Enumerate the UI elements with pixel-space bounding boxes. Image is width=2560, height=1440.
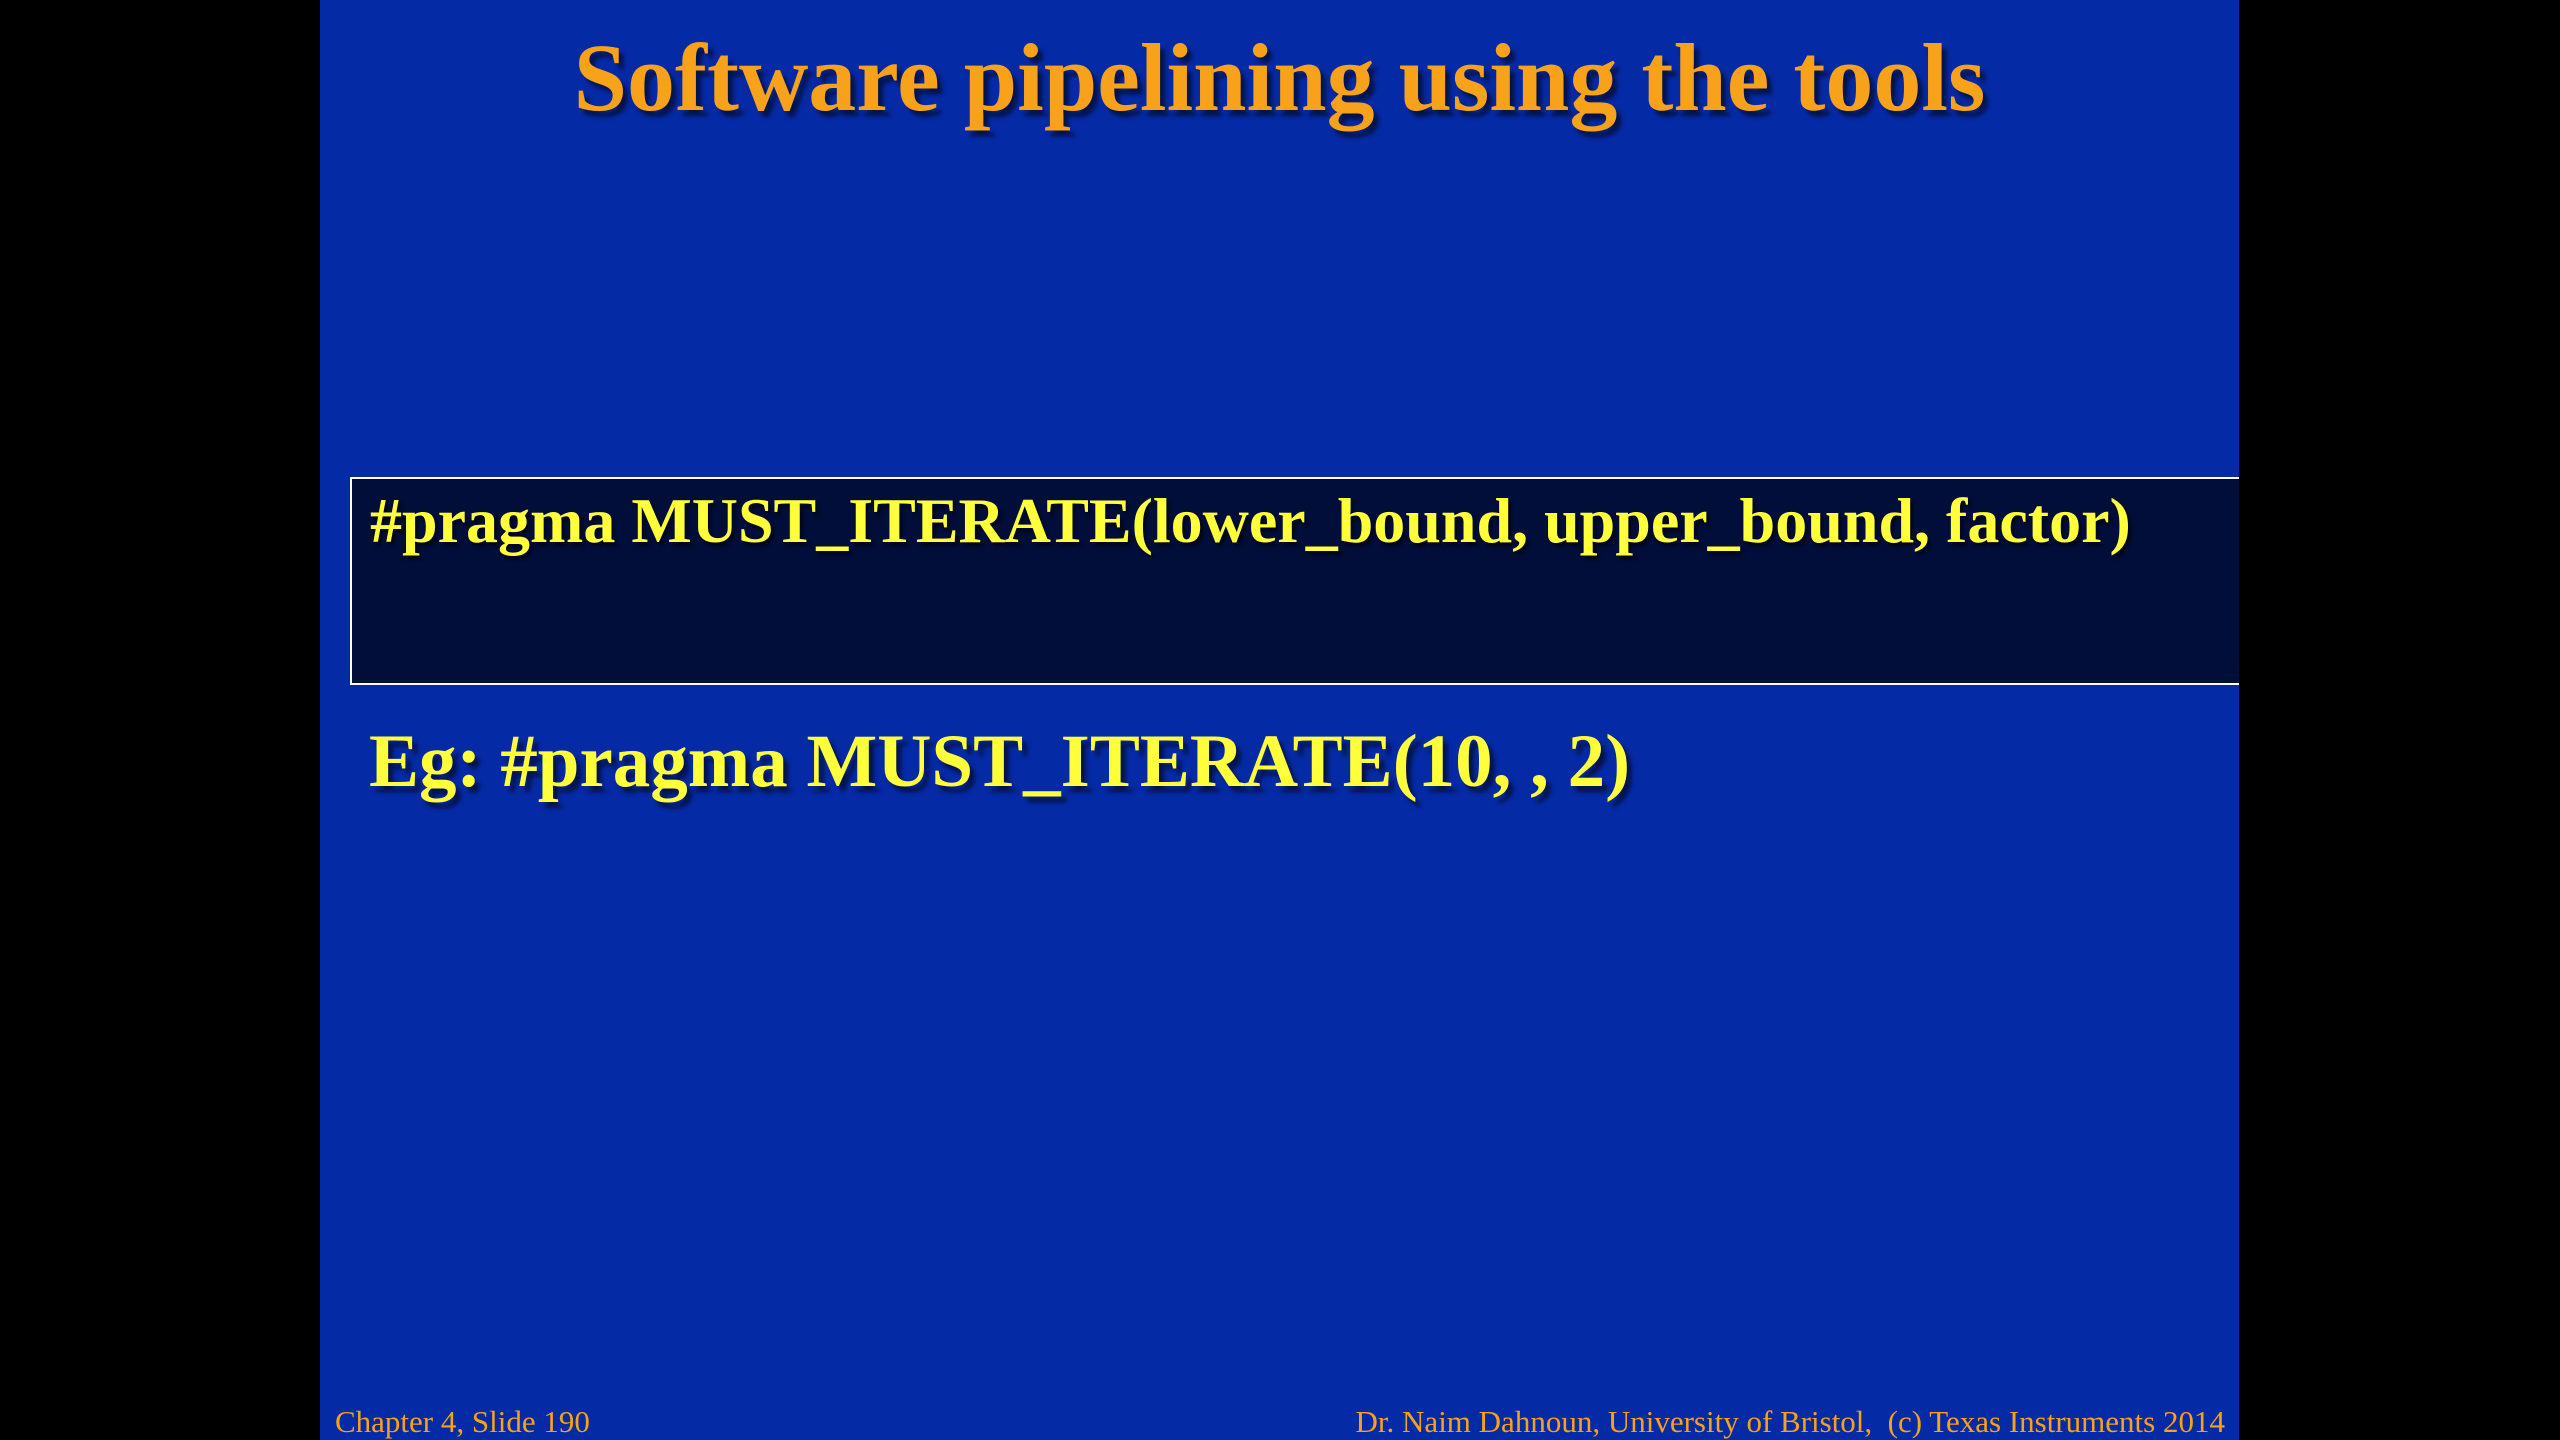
- slide: Software pipelining using the tools #pra…: [320, 0, 2239, 1440]
- presentation-viewport: Software pipelining using the tools #pra…: [0, 0, 2560, 1440]
- slide-number: Chapter 4, Slide 190: [335, 1404, 590, 1439]
- syntax-box: #pragma MUST_ITERATE(lower_bound, upper_…: [350, 477, 2239, 685]
- slide-title: Software pipelining using the tools: [573, 24, 1986, 131]
- copyright-footer: Dr. Naim Dahnoun, University of Bristol,…: [1355, 1404, 2225, 1439]
- pragma-syntax: #pragma MUST_ITERATE(lower_bound, upper_…: [370, 485, 2131, 556]
- pragma-example: Eg: #pragma MUST_ITERATE(10, , 2): [369, 720, 1631, 803]
